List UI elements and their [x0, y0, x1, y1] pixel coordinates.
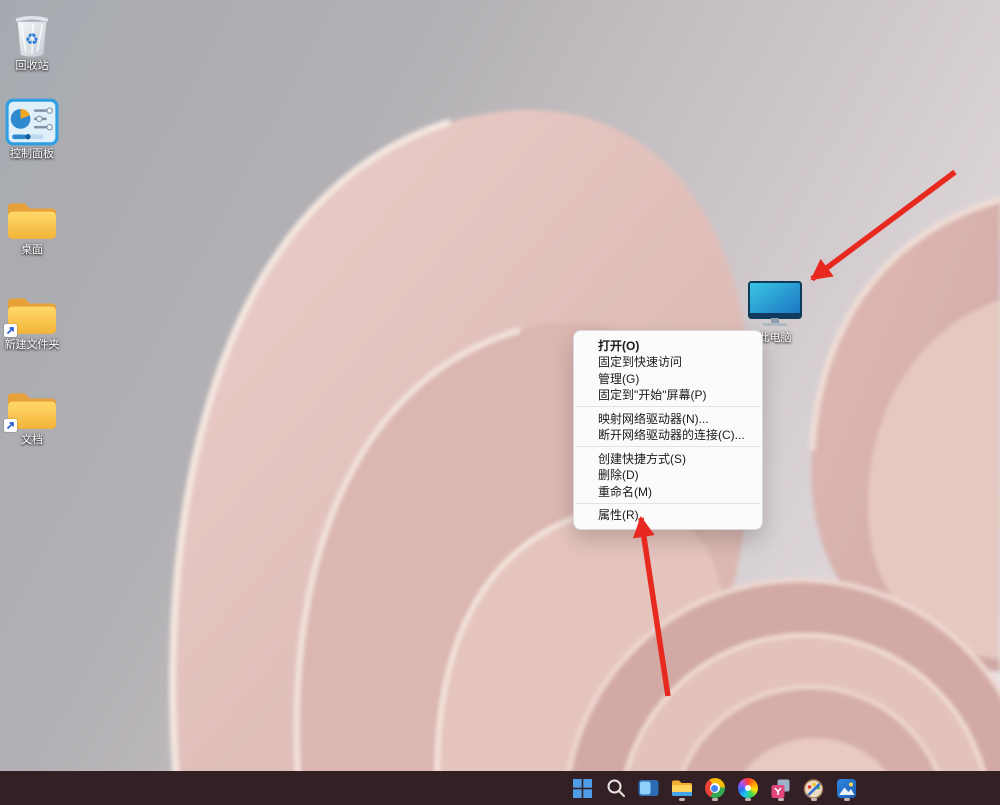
menu-separator — [575, 503, 761, 504]
folder-icon — [1, 192, 63, 242]
recycle-bin-icon: ♻ — [1, 8, 63, 58]
shortcut-arrow-icon — [4, 324, 17, 337]
desktop-icon-recycle-bin[interactable]: ♻ 回收站 — [1, 8, 63, 73]
menu-item-pin-to-start[interactable]: 固定到"开始"屏幕(P) — [574, 387, 762, 404]
menu-item-create-shortcut[interactable]: 创建快捷方式(S) — [574, 450, 762, 467]
menu-item-delete[interactable]: 删除(D) — [574, 467, 762, 484]
menu-item-pin-to-quick-access[interactable]: 固定到快速访问 — [574, 354, 762, 371]
task-view-button[interactable] — [635, 774, 662, 802]
paint-app-button[interactable] — [800, 774, 827, 802]
desktop-icon-control-panel[interactable]: 控制面板 — [1, 96, 63, 161]
menu-separator — [575, 406, 761, 407]
monitor-icon — [744, 278, 806, 330]
pink-app-button[interactable] — [767, 774, 794, 802]
menu-item-map-network-drive[interactable]: 映射网络驱动器(N)... — [574, 410, 762, 427]
taskbar-icon-group — [569, 771, 860, 805]
desktop-icon-new-folder[interactable]: 新建文件夹 — [1, 287, 63, 352]
bloom-wallpaper-art — [0, 0, 1000, 805]
folder-shortcut-icon — [1, 382, 63, 432]
desktop-icon-documents-folder[interactable]: 文档 — [1, 382, 63, 447]
chrome-icon — [705, 778, 725, 798]
svg-text:♻: ♻ — [25, 29, 39, 48]
menu-item-rename[interactable]: 重命名(M) — [574, 483, 762, 500]
start-button[interactable] — [569, 774, 596, 802]
color-wheel-icon — [738, 778, 758, 798]
windows11-desktop: ♻ 回收站 控制面板 — [0, 0, 1000, 805]
color-wheel-app-button[interactable] — [734, 774, 761, 802]
search-button[interactable] — [602, 774, 629, 802]
photos-button[interactable] — [833, 774, 860, 802]
desktop-icon-label: 新建文件夹 — [1, 339, 63, 352]
desktop-icon-desktop-folder[interactable]: 桌面 — [1, 192, 63, 257]
desktop-icon-label: 控制面板 — [1, 148, 63, 161]
task-view-icon — [638, 778, 659, 798]
file-explorer-button[interactable] — [668, 774, 695, 802]
folder-icon — [671, 779, 693, 798]
taskbar — [0, 771, 1000, 805]
desktop-icon-label: 回收站 — [1, 60, 63, 73]
menu-item-properties[interactable]: 属性(R) — [574, 507, 762, 524]
desktop-icon-label: 文档 — [1, 434, 63, 447]
context-menu: 打开(O) 固定到快速访问 管理(G) 固定到"开始"屏幕(P) 映射网络驱动器… — [573, 330, 763, 530]
menu-item-open[interactable]: 打开(O) — [574, 337, 762, 354]
menu-item-manage[interactable]: 管理(G) — [574, 370, 762, 387]
chrome-button[interactable] — [701, 774, 728, 802]
desktop-icon-label: 桌面 — [1, 244, 63, 257]
menu-separator — [575, 446, 761, 447]
magnifier-icon — [606, 778, 626, 798]
photo-icon — [836, 778, 857, 799]
windows-logo-icon — [573, 779, 592, 798]
palette-icon — [803, 778, 824, 799]
control-panel-icon — [1, 96, 63, 146]
pink-squares-icon — [770, 778, 791, 799]
folder-shortcut-icon — [1, 287, 63, 337]
shortcut-arrow-icon — [4, 419, 17, 432]
menu-item-disconnect-network-drive[interactable]: 断开网络驱动器的连接(C)... — [574, 427, 762, 444]
